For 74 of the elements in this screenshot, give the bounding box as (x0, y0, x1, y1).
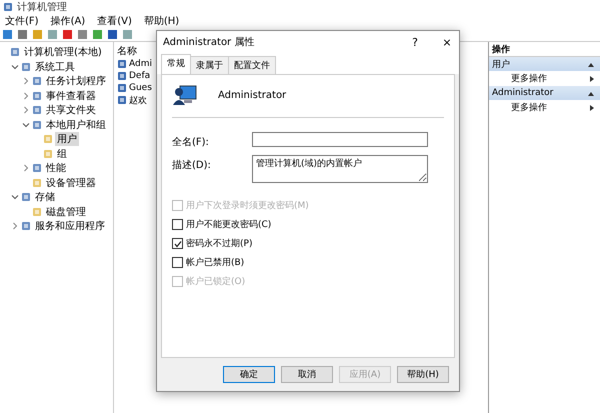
toolbar-button-icon[interactable] (62, 28, 73, 40)
menu-item[interactable]: 查看(V) (96, 14, 133, 28)
close-button[interactable]: × (435, 36, 459, 48)
collapse-triangle-icon[interactable] (588, 62, 594, 66)
menu-item[interactable]: 文件(F) (4, 14, 40, 28)
field-label: 描述(D): (172, 158, 212, 172)
dialog-title: Administrator 属性 (163, 36, 256, 49)
tree-item[interactable]: 组 (55, 146, 69, 161)
action-link[interactable]: 更多操作 (511, 101, 547, 114)
actions-section-header[interactable]: 用户 (489, 57, 600, 71)
tree-node-icon (32, 206, 42, 217)
checkbox[interactable] (172, 238, 183, 249)
tree-item[interactable]: 任务计划程序 (44, 74, 108, 88)
tree-item[interactable]: 事件查看器 (44, 88, 98, 103)
menu-item[interactable]: 帮助(H) (142, 14, 180, 28)
toolbar-button-icon[interactable] (17, 28, 28, 40)
dialog-button[interactable]: 确定 (223, 366, 275, 383)
actions-section-header[interactable]: Administrator (489, 86, 600, 100)
tree-node-icon (32, 105, 42, 116)
full-name-field[interactable] (252, 132, 428, 147)
tree-item[interactable]: 本地用户和组 (44, 118, 108, 132)
tree-node-icon (10, 47, 20, 58)
collapse-triangle-icon[interactable] (588, 90, 594, 96)
checkbox[interactable] (172, 257, 183, 268)
list-item[interactable]: Defa (129, 71, 150, 81)
user-computer-icon (172, 83, 198, 107)
tree-node-icon (43, 134, 53, 144)
tree-item[interactable]: 存储 (33, 190, 57, 204)
toolbar-button-icon[interactable] (2, 28, 13, 40)
list-item[interactable]: Admi (129, 59, 152, 69)
tree-item[interactable]: 用户 (55, 132, 79, 146)
list-item[interactable]: 赵欢 (129, 94, 147, 106)
checkbox-label[interactable]: 用户不能更改密码(C) (186, 218, 272, 231)
help-button[interactable]: ? (403, 36, 427, 48)
tree-node-icon (32, 120, 42, 130)
tree-item[interactable]: 共享文件夹 (44, 103, 98, 118)
section-title: 用户 (492, 58, 510, 70)
checkbox-label[interactable]: 帐户已禁用(B) (186, 256, 244, 269)
toolbar-button-icon[interactable] (107, 28, 118, 40)
toolbar-button-icon[interactable] (77, 28, 88, 40)
dialog-button[interactable]: 取消 (281, 366, 333, 383)
tree-item[interactable]: 系统工具 (33, 60, 77, 74)
tree-item[interactable]: 性能 (44, 161, 68, 176)
list-item[interactable]: Gues (129, 83, 152, 93)
section-title: Administrator (492, 88, 554, 98)
column-header[interactable]: 名称 (117, 44, 137, 58)
description-field[interactable]: 管理计算机(域)的内置帐户 (252, 155, 428, 183)
field-label: 全名(F): (172, 136, 210, 149)
menu-item[interactable]: 操作(A) (50, 14, 86, 28)
tree-node-icon (32, 76, 42, 86)
tree-node-icon (32, 178, 42, 188)
dialog-button[interactable]: 帮助(H) (397, 366, 449, 383)
tab[interactable]: 隶属于 (190, 56, 229, 74)
tree-node-icon (21, 192, 31, 202)
checkbox-label[interactable]: 密码永不过期(P) (186, 237, 252, 250)
tree-item[interactable]: 设备管理器 (44, 176, 98, 190)
tree-node-icon (32, 163, 42, 174)
checkbox[interactable] (172, 219, 183, 230)
submenu-arrow-icon[interactable] (590, 104, 594, 110)
tree-item[interactable]: 服务和应用程序 (33, 219, 107, 234)
tab[interactable]: 常规 (161, 54, 191, 74)
window-title: 计算机管理 (17, 0, 67, 14)
toolbar-button-icon[interactable] (92, 28, 103, 40)
tree-node-icon (21, 62, 31, 72)
actions-header: 操作 (492, 44, 510, 56)
tab[interactable]: 配置文件 (228, 56, 276, 74)
tree-item[interactable]: 计算机管理(本地) (22, 45, 104, 60)
user-name: Administrator (218, 90, 286, 100)
action-link[interactable]: 更多操作 (511, 72, 547, 85)
tree-node-icon (21, 221, 31, 232)
tree-item[interactable]: 磁盘管理 (44, 204, 88, 219)
submenu-arrow-icon[interactable] (590, 76, 594, 82)
tree-node-icon (32, 90, 42, 101)
tree-node-icon (43, 148, 53, 159)
